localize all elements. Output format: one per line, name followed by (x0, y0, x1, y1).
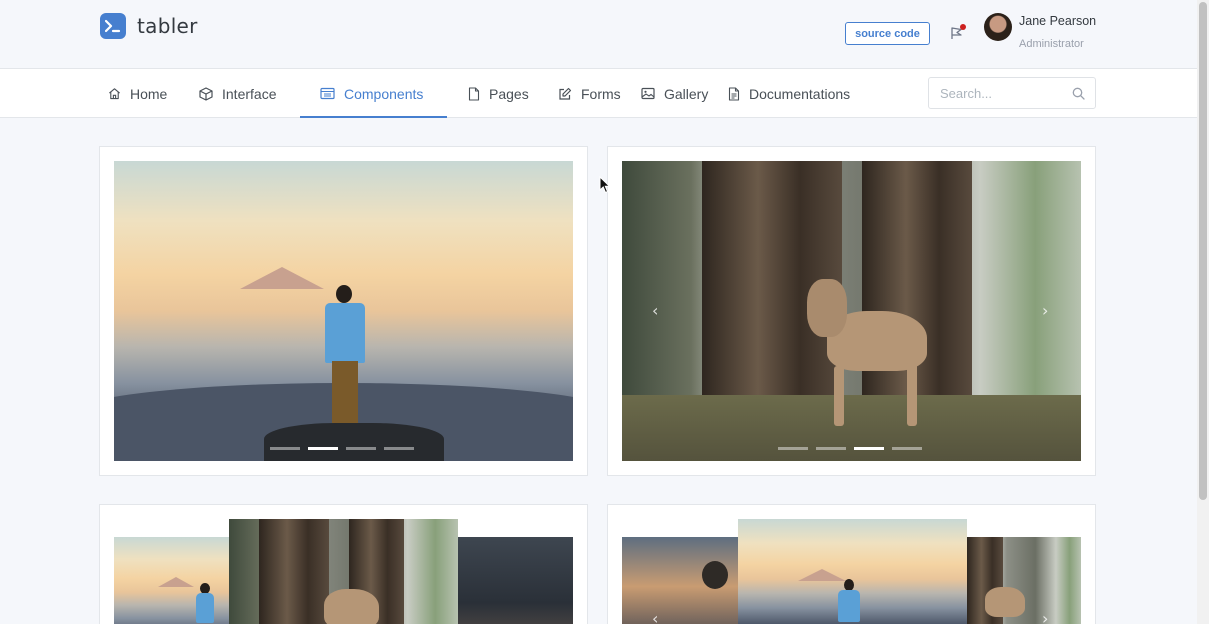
carousel-indicator-active[interactable] (854, 447, 884, 450)
carousel-card-controls: ‹ › (607, 146, 1096, 476)
carousel-card-sliding-controls: ‹ › (607, 504, 1096, 624)
deer-leg (834, 366, 844, 426)
carousel-indicators (778, 447, 922, 450)
carousel-indicator[interactable] (346, 447, 376, 450)
carousel-prev-control[interactable]: ‹ (652, 609, 658, 624)
carousel-slide-image: ‹ › (622, 161, 1081, 461)
file-text-icon (728, 86, 740, 101)
deer-leg (907, 361, 917, 426)
carousel-indicator[interactable] (384, 447, 414, 450)
nav-label-forms: Forms (581, 85, 621, 102)
image-icon (641, 87, 655, 100)
nav-item-forms[interactable]: Forms (558, 69, 621, 118)
carousel-slide-image (738, 519, 967, 624)
home-icon (109, 88, 120, 100)
top-header: tabler source code Jane Pearson Administ… (0, 0, 1197, 69)
nav-item-pages[interactable]: Pages (468, 69, 529, 118)
deer-body (324, 589, 379, 624)
carousel-indicator-active[interactable] (308, 447, 338, 450)
mountain-peak (240, 267, 324, 289)
search-box (928, 77, 1096, 109)
nav-item-components[interactable]: Components (320, 69, 423, 118)
carousel-slide-image (114, 537, 232, 624)
nav-label-gallery: Gallery (664, 85, 709, 102)
nav-label-components: Components (344, 85, 424, 102)
rock (264, 423, 444, 461)
nav-item-documentations[interactable]: Documentations (728, 69, 850, 118)
nav-item-home[interactable]: Home (108, 69, 167, 118)
carousel-prev-control[interactable]: ‹ (652, 301, 658, 320)
carousel-slide-image (458, 537, 573, 624)
brand-name: tabler (137, 14, 198, 38)
carousel-slide-image (622, 537, 738, 624)
carousel-next-control[interactable]: › (1042, 609, 1048, 624)
carousel-indicators (270, 447, 414, 450)
carousel-slide-image (229, 519, 458, 624)
search-input[interactable] (940, 78, 1070, 108)
nav-label-pages: Pages (489, 85, 529, 102)
carousel-track (114, 519, 573, 624)
nav-item-gallery[interactable]: Gallery (641, 69, 708, 118)
notification-badge (960, 24, 966, 30)
box-icon (199, 86, 213, 101)
terminal-icon (100, 13, 126, 39)
file-icon (468, 86, 480, 101)
nav-item-interface[interactable]: Interface (199, 69, 276, 118)
user-name[interactable]: Jane Pearson (1019, 14, 1096, 28)
tree-trunk (259, 519, 329, 624)
calendar-icon (320, 87, 335, 100)
avatar[interactable] (984, 13, 1012, 41)
carousel-indicator[interactable] (816, 447, 846, 450)
carousel-next-control[interactable]: › (1042, 301, 1048, 320)
person-head (702, 561, 728, 589)
user-role: Administrator (1019, 38, 1084, 50)
person-head (336, 285, 352, 303)
nav-label-interface: Interface (222, 85, 277, 102)
carousel-indicator[interactable] (778, 447, 808, 450)
person-torso (325, 303, 365, 363)
carousel-slide-image (114, 161, 573, 461)
nav-label-documentations: Documentations (749, 85, 851, 102)
mouse-cursor-icon (599, 176, 611, 194)
scrollbar-thumb[interactable] (1199, 2, 1207, 500)
edit-icon (559, 87, 572, 100)
carousel-indicator[interactable] (892, 447, 922, 450)
main-nav: Home Interface Components Pages Forms Ga… (0, 69, 1197, 118)
carousel-indicator[interactable] (270, 447, 300, 450)
carousel-card-sliding (99, 504, 588, 624)
forest-ground (622, 395, 1081, 461)
active-tab-indicator (300, 116, 447, 118)
page-scrollbar[interactable] (1197, 0, 1209, 624)
nav-label-home: Home (130, 85, 168, 102)
mountain-peak (798, 569, 846, 581)
person-torso (196, 593, 214, 623)
deer-body (985, 587, 1025, 617)
brand-logo[interactable]: tabler (100, 13, 198, 39)
search-icon[interactable] (1072, 87, 1085, 100)
carousel-slide-image (967, 537, 1081, 624)
person-torso (838, 590, 860, 622)
person-legs (332, 361, 358, 423)
carousel-track: ‹ › (622, 519, 1081, 624)
carousel-card-indicators (99, 146, 588, 476)
source-code-button[interactable]: source code (845, 22, 930, 45)
deer-neck (807, 279, 847, 337)
mountain-peak (158, 577, 194, 587)
tree-trunk (862, 161, 972, 431)
